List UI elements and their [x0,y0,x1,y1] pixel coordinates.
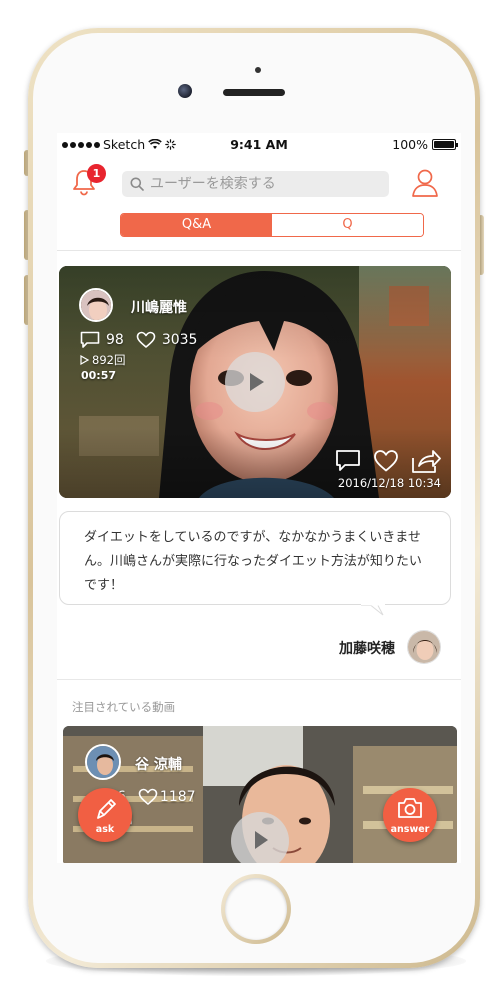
home-button[interactable] [221,874,291,944]
bubble-tail [361,600,385,616]
battery-percent: 100% [392,137,428,152]
play-small-icon [80,355,89,365]
featured-play-button[interactable] [231,812,289,863]
status-bar: Sketch 9:41 AM 100% [57,133,461,155]
tab-q[interactable]: Q [272,214,423,236]
comment-count: 98 [106,332,124,348]
featured-poster-avatar[interactable] [85,744,121,780]
poster-avatar[interactable] [79,288,113,322]
featured-section-title: 注目されている動画 [72,700,176,714]
answer-label: answer [390,824,430,835]
comment-action-icon[interactable] [335,449,361,473]
app-header: 1 [57,159,461,205]
asker-avatar[interactable] [407,630,441,664]
user-search-bar[interactable] [122,171,389,197]
proximity-sensor [255,67,261,73]
card-action-icons [335,448,441,474]
profile-button[interactable] [409,167,441,199]
battery-fill [434,141,454,148]
front-camera [178,84,192,98]
ask-label: ask [95,824,115,835]
battery-icon [432,139,458,150]
asker-name[interactable]: 加藤咲穂 [339,638,395,658]
app-screen: Sketch 9:41 AM 100% 1 ユーザーを検索する Q&A Q 川嶋… [57,133,461,863]
answer-button[interactable]: answer [383,788,437,842]
share-action-icon[interactable] [411,448,441,474]
earpiece-speaker [223,89,285,96]
segment-tabs: Q&A Q [120,213,424,237]
play-button[interactable] [225,352,285,412]
user-icon [412,169,438,197]
device-stage: Sketch 9:41 AM 100% 1 ユーザーを検索する Q&A Q 川嶋… [0,0,503,1000]
answer-video-card[interactable]: 川嶋麗惟 98 3035 892回 00:57 2016/12/18 10:34 [59,266,451,498]
like-count: 3035 [161,332,198,348]
camera-icon [398,798,422,818]
avatar-image [408,631,440,663]
poster-name[interactable]: 川嶋麗惟 [131,297,187,317]
search-icon [130,177,144,191]
notification-badge: 1 [87,164,106,183]
question-bubble: ダイエットをしているのですが、なかなかうまくいきません。川嶋さんが実際に行なった… [59,511,451,605]
video-duration: 00:57 [81,369,117,382]
pencil-icon [97,799,116,819]
video-date: 2016/12/18 10:34 [337,476,441,490]
ask-button[interactable]: ask [78,788,132,842]
heart-icon [136,331,156,348]
comment-icon [80,331,100,348]
featured-poster-name[interactable]: 谷 涼輔 [135,754,182,774]
view-count-row: 892回 [80,352,125,368]
tab-qa[interactable]: Q&A [121,214,272,236]
heart-icon [138,788,158,805]
section-divider [57,679,461,680]
status-right: 100% [392,137,458,152]
header-divider [57,250,461,251]
question-text: ダイエットをしているのですが、なかなかうまくいきません。川嶋さんが実際に行なった… [84,530,422,593]
view-count: 892回 [92,353,126,367]
search-input[interactable] [150,176,375,192]
featured-like-count: 1187 [159,789,196,805]
like-action-icon[interactable] [373,449,399,473]
video-stats: 98 3035 [80,331,197,349]
